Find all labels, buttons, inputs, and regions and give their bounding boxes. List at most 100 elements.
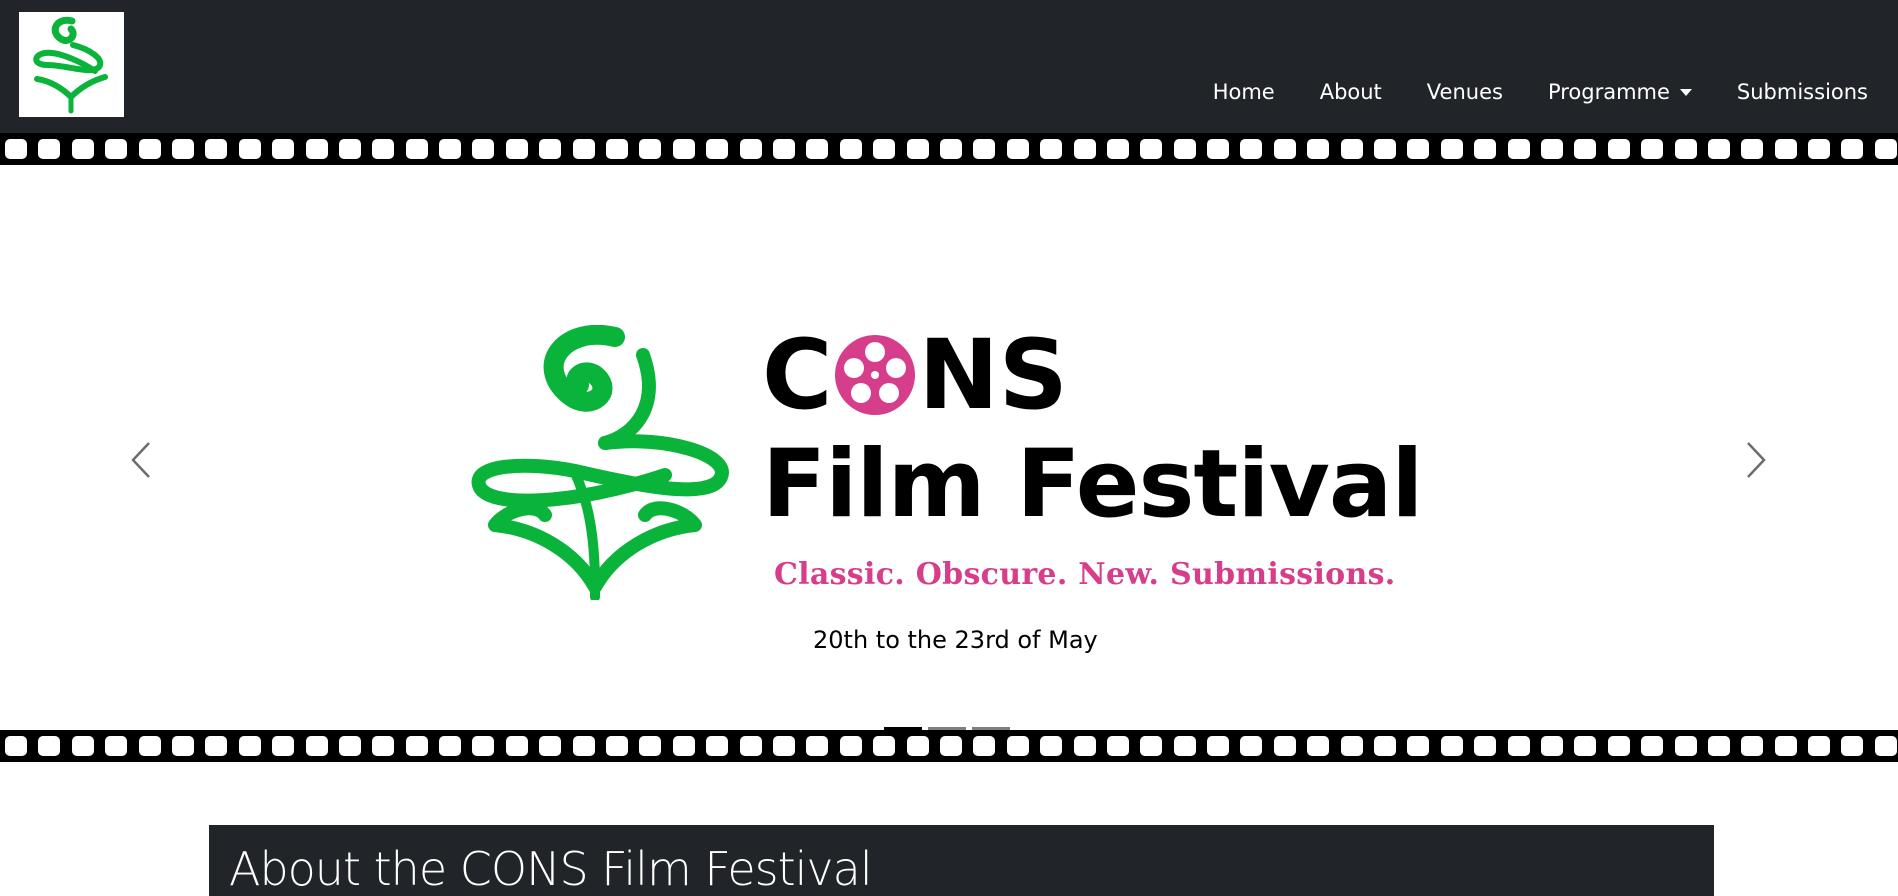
filmstrip-hole — [1340, 736, 1363, 756]
filmstrip-hole — [1207, 736, 1230, 756]
filmstrip-hole — [1307, 139, 1330, 159]
filmstrip-hole — [1407, 139, 1430, 159]
filmstrip-hole — [472, 736, 495, 756]
filmstrip-hole — [1340, 139, 1363, 159]
filmstrip-hole — [1507, 139, 1530, 159]
filmstrip-hole — [1607, 139, 1630, 159]
filmstrip-hole — [906, 139, 929, 159]
filmstrip-hole — [238, 736, 261, 756]
navbar: Home About Venues Programme Submissions — [0, 0, 1898, 133]
filmstrip-hole — [1040, 139, 1063, 159]
filmstrip-hole — [706, 139, 729, 159]
filmstrip-hole — [1641, 736, 1664, 756]
filmstrip-hole — [472, 139, 495, 159]
filmstrip-hole — [1173, 736, 1196, 756]
nav-about-label: About — [1319, 80, 1382, 104]
nav-home-label: Home — [1212, 80, 1275, 104]
filmstrip-hole — [973, 736, 996, 756]
filmstrip-hole — [5, 736, 27, 756]
filmstrip-hole — [1207, 139, 1230, 159]
nav-submissions[interactable]: Submissions — [1737, 80, 1868, 104]
filmstrip-hole — [38, 139, 61, 159]
filmstrip-hole — [272, 139, 295, 159]
filmstrip-hole — [272, 736, 295, 756]
filmstrip-hole — [1741, 736, 1764, 756]
filmstrip-bottom — [0, 730, 1898, 762]
filmstrip-hole — [505, 736, 528, 756]
filmstrip-hole — [1440, 736, 1463, 756]
filmstrip-hole — [672, 139, 695, 159]
nav-venues-label: Venues — [1426, 80, 1503, 104]
filmstrip-hole — [1006, 139, 1029, 159]
filmstrip-hole — [1273, 139, 1296, 159]
filmstrip-hole — [639, 139, 662, 159]
filmstrip-hole — [405, 736, 428, 756]
filmstrip-hole — [1574, 736, 1597, 756]
carousel-next-button[interactable] — [1736, 430, 1776, 490]
filmstrip-hole — [71, 139, 94, 159]
filmstrip-hole — [1240, 736, 1263, 756]
chevron-right-icon — [1747, 442, 1766, 478]
filmstrip-hole — [1106, 736, 1129, 756]
filmstrip-hole — [1707, 736, 1730, 756]
filmstrip-hole — [1507, 736, 1530, 756]
hero-title-suffix: NS — [918, 319, 1068, 431]
filmstrip-hole — [1607, 736, 1630, 756]
caret-down-icon — [1679, 88, 1692, 96]
filmstrip-hole — [939, 139, 962, 159]
festival-emblem-image — [471, 325, 729, 600]
carousel-prev-button[interactable] — [121, 430, 161, 490]
nav-programme-dropdown[interactable]: Programme — [1548, 80, 1692, 104]
brand-logo[interactable] — [19, 12, 124, 117]
filmstrip-hole — [672, 736, 695, 756]
filmstrip-hole — [572, 139, 595, 159]
filmstrip-hole — [639, 736, 662, 756]
filmstrip-hole — [772, 736, 795, 756]
filmstrip-hole — [739, 139, 762, 159]
filmstrip-hole — [1273, 736, 1296, 756]
filmstrip-hole — [372, 139, 395, 159]
filmstrip-hole — [1641, 139, 1664, 159]
hero-carousel: C NS Film Festival Classic. Obscure. New… — [0, 165, 1898, 730]
filmstrip-hole — [973, 139, 996, 159]
about-heading: About the CONS Film Festival — [229, 842, 873, 896]
nav-venues[interactable]: Venues — [1427, 80, 1503, 104]
filmstrip-hole — [1707, 139, 1730, 159]
filmstrip-hole — [205, 736, 228, 756]
nav-home[interactable]: Home — [1213, 80, 1275, 104]
filmstrip-hole — [772, 139, 795, 159]
filmstrip-hole — [1841, 139, 1864, 159]
filmstrip-hole — [1173, 139, 1196, 159]
filmstrip-hole — [505, 139, 528, 159]
filmstrip-hole — [138, 139, 161, 159]
filmstrip-hole — [1874, 736, 1897, 756]
filmstrip-hole — [1774, 736, 1797, 756]
filmstrip-hole — [238, 139, 261, 159]
filmstrip-hole — [839, 139, 862, 159]
nav-programme-label: Programme — [1547, 80, 1670, 104]
nav-about[interactable]: About — [1320, 80, 1382, 104]
main-nav: Home About Venues Programme Submissions — [1168, 80, 1868, 104]
filmstrip-hole — [1374, 139, 1397, 159]
filmstrip-hole — [906, 736, 929, 756]
filmstrip-hole — [1073, 139, 1096, 159]
filmstrip-hole — [105, 139, 128, 159]
filmstrip-hole — [1440, 139, 1463, 159]
filmstrip-hole — [1808, 139, 1831, 159]
filmstrip-hole — [5, 139, 27, 159]
filmstrip-hole — [1674, 736, 1697, 756]
filmstrip-hole — [372, 736, 395, 756]
filmstrip-hole — [1540, 139, 1563, 159]
nav-submissions-label: Submissions — [1736, 80, 1868, 104]
filmstrip-hole — [1040, 736, 1063, 756]
filmstrip-hole — [105, 736, 128, 756]
filmstrip-hole — [606, 736, 629, 756]
filmstrip-hole — [71, 736, 94, 756]
filmstrip-hole — [873, 736, 896, 756]
filmstrip-hole — [1106, 139, 1129, 159]
filmstrip-hole — [1073, 736, 1096, 756]
filmstrip-hole — [338, 139, 361, 159]
filmstrip-hole — [939, 736, 962, 756]
chevron-left-icon — [131, 442, 150, 478]
hero-tagline: Classic. Obscure. New. Submissions. — [774, 557, 1396, 592]
